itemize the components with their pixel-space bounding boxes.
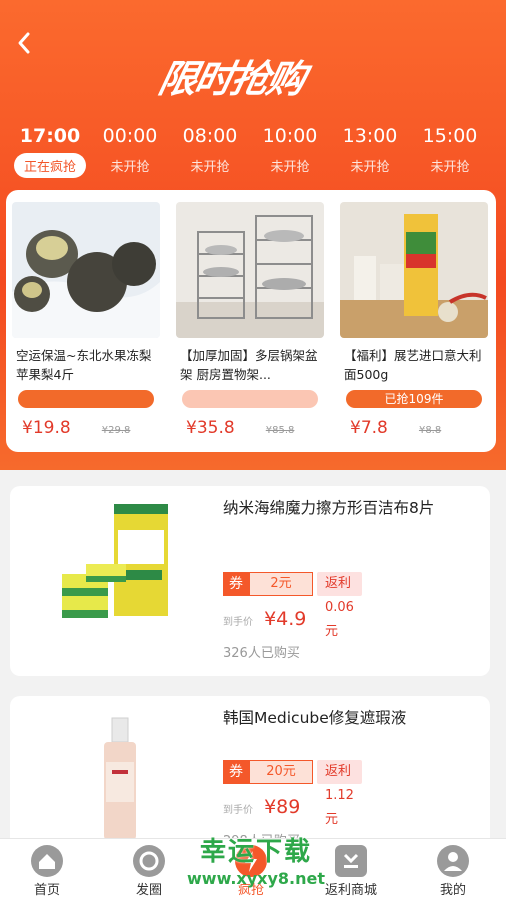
timeslot-tabs: 17:00 正在疯抢 00:00 未开抢 08:00 未开抢 10:00 未开抢… bbox=[0, 122, 506, 182]
tab-timeslot-1000[interactable]: 10:00 未开抢 bbox=[250, 122, 330, 178]
tab-timeslot-1300[interactable]: 13:00 未开抢 bbox=[330, 122, 410, 178]
back-arrow-icon[interactable] bbox=[12, 28, 38, 58]
home-icon bbox=[31, 845, 63, 877]
flash-sale-logo: 限时抢购 bbox=[154, 56, 309, 101]
site-watermark: 幸运下载 www.xyxy8.net bbox=[187, 837, 325, 888]
nav-profile[interactable]: 我的 bbox=[408, 845, 498, 898]
product-image-pasta bbox=[340, 202, 488, 338]
user-icon bbox=[437, 845, 469, 877]
coupon-badge[interactable]: 券 20元 bbox=[223, 760, 313, 784]
flash-item-card[interactable]: 空运保温~东北水果冻梨苹果梨4斤 ¥19.8 ¥29.8 bbox=[12, 202, 160, 442]
tab-timeslot-1700[interactable]: 17:00 正在疯抢 bbox=[10, 122, 90, 178]
flash-item-card[interactable]: 【加厚加固】多层锅架盆架 厨房置物架... ¥35.8 ¥85.8 bbox=[176, 202, 324, 442]
progress-bar: 已抢109件 bbox=[346, 390, 482, 408]
circle-icon bbox=[133, 845, 165, 877]
product-card[interactable]: 纳米海绵魔力擦方形百洁布8片 券 2元 返利0.06元 到手价 ¥4.9 326… bbox=[10, 486, 490, 676]
coupon-badge[interactable]: 券 2元 bbox=[223, 572, 313, 596]
product-image-sponge bbox=[56, 500, 186, 630]
progress-bar bbox=[18, 390, 154, 408]
product-image-pot-rack bbox=[176, 202, 324, 338]
product-image-concealer bbox=[90, 714, 150, 840]
tab-timeslot-1500[interactable]: 15:00 未开抢 bbox=[410, 122, 490, 178]
flash-item-card[interactable]: 【福利】展艺进口意大利面500g 已抢109件 ¥7.8 ¥8.8 bbox=[340, 202, 488, 442]
nav-home[interactable]: 首页 bbox=[2, 845, 92, 898]
tab-timeslot-0800[interactable]: 08:00 未开抢 bbox=[170, 122, 250, 178]
flash-sale-panel: 空运保温~东北水果冻梨苹果梨4斤 ¥19.8 ¥29.8 【加厚加固】多层锅架盆… bbox=[6, 190, 496, 452]
rebate-badge: 返利0.06元 bbox=[317, 572, 362, 639]
product-image-frozen-pear bbox=[12, 202, 160, 338]
progress-bar bbox=[182, 390, 318, 408]
mall-icon bbox=[335, 845, 367, 877]
flash-sale-header: 限时抢购 17:00 正在疯抢 00:00 未开抢 08:00 未开抢 10:0… bbox=[0, 0, 506, 470]
tab-timeslot-0000[interactable]: 00:00 未开抢 bbox=[90, 122, 170, 178]
rebate-badge: 返利1.12元 bbox=[317, 760, 362, 827]
